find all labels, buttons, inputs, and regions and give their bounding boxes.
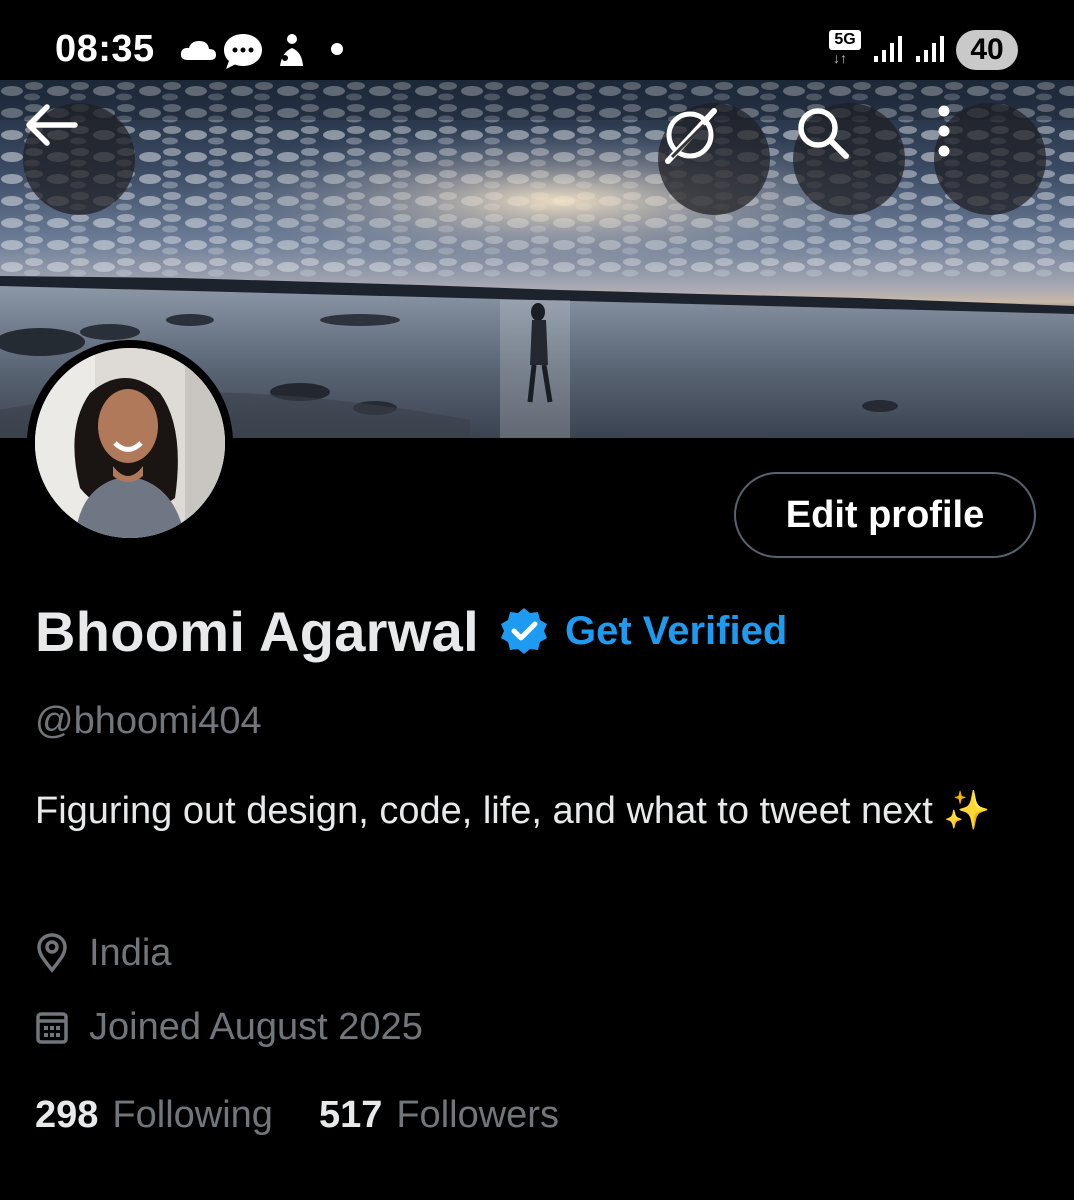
- grok-button[interactable]: [658, 103, 770, 215]
- joined-text: Joined August 2025: [89, 1005, 423, 1048]
- data-arrows-icon: ↓↑: [833, 50, 847, 66]
- followers-count: 517: [318, 1093, 383, 1136]
- following-stat[interactable]: 298 Following: [35, 1094, 273, 1137]
- avatar-photo: [35, 348, 225, 538]
- status-bar: 08:35 5G ↓↑ 40: [0, 0, 1074, 80]
- followers-label: Followers: [396, 1093, 559, 1136]
- name-row: Bhoomi Agarwal Get Verified: [35, 596, 787, 666]
- bio: Figuring out design, code, life, and wha…: [35, 790, 991, 832]
- followers-stat[interactable]: 517 Followers: [319, 1094, 559, 1137]
- signal-icon-2: [916, 36, 944, 62]
- chat-bubble-icon: [224, 34, 262, 69]
- location-text: India: [89, 931, 172, 974]
- battery-indicator: 40: [956, 30, 1018, 70]
- follow-stats: 298 Following 517 Followers: [35, 1090, 559, 1140]
- following-label: Following: [112, 1093, 273, 1136]
- grok-icon: [665, 108, 717, 164]
- search-icon: [798, 108, 849, 159]
- following-count: 298: [35, 1093, 99, 1136]
- cloud-icon: [180, 41, 216, 60]
- location-pin-icon: [37, 933, 67, 973]
- back-button[interactable]: [23, 103, 135, 215]
- avatar-image: [35, 348, 225, 538]
- location-row: India: [35, 928, 171, 978]
- joined-row: Joined August 2025: [35, 1002, 423, 1052]
- handle: @bhoomi404: [35, 700, 262, 742]
- edit-profile-button[interactable]: Edit profile: [734, 472, 1036, 558]
- verified-badge-icon[interactable]: [499, 606, 549, 656]
- get-verified-link[interactable]: Get Verified: [565, 609, 787, 654]
- signal-icon: [874, 36, 902, 62]
- arrow-left-icon: [26, 104, 78, 146]
- notification-icon: [280, 34, 303, 66]
- network-label: 5G: [829, 30, 861, 50]
- more-vertical-icon: [938, 105, 950, 157]
- dot-icon: [331, 43, 343, 55]
- display-name: Bhoomi Agarwal: [35, 599, 479, 663]
- avatar[interactable]: [27, 340, 233, 546]
- more-button[interactable]: [934, 103, 1046, 215]
- status-time: 08:35: [55, 28, 155, 70]
- search-button[interactable]: [793, 103, 905, 215]
- calendar-icon: [36, 1012, 68, 1044]
- network-badge: 5G ↓↑: [829, 30, 861, 68]
